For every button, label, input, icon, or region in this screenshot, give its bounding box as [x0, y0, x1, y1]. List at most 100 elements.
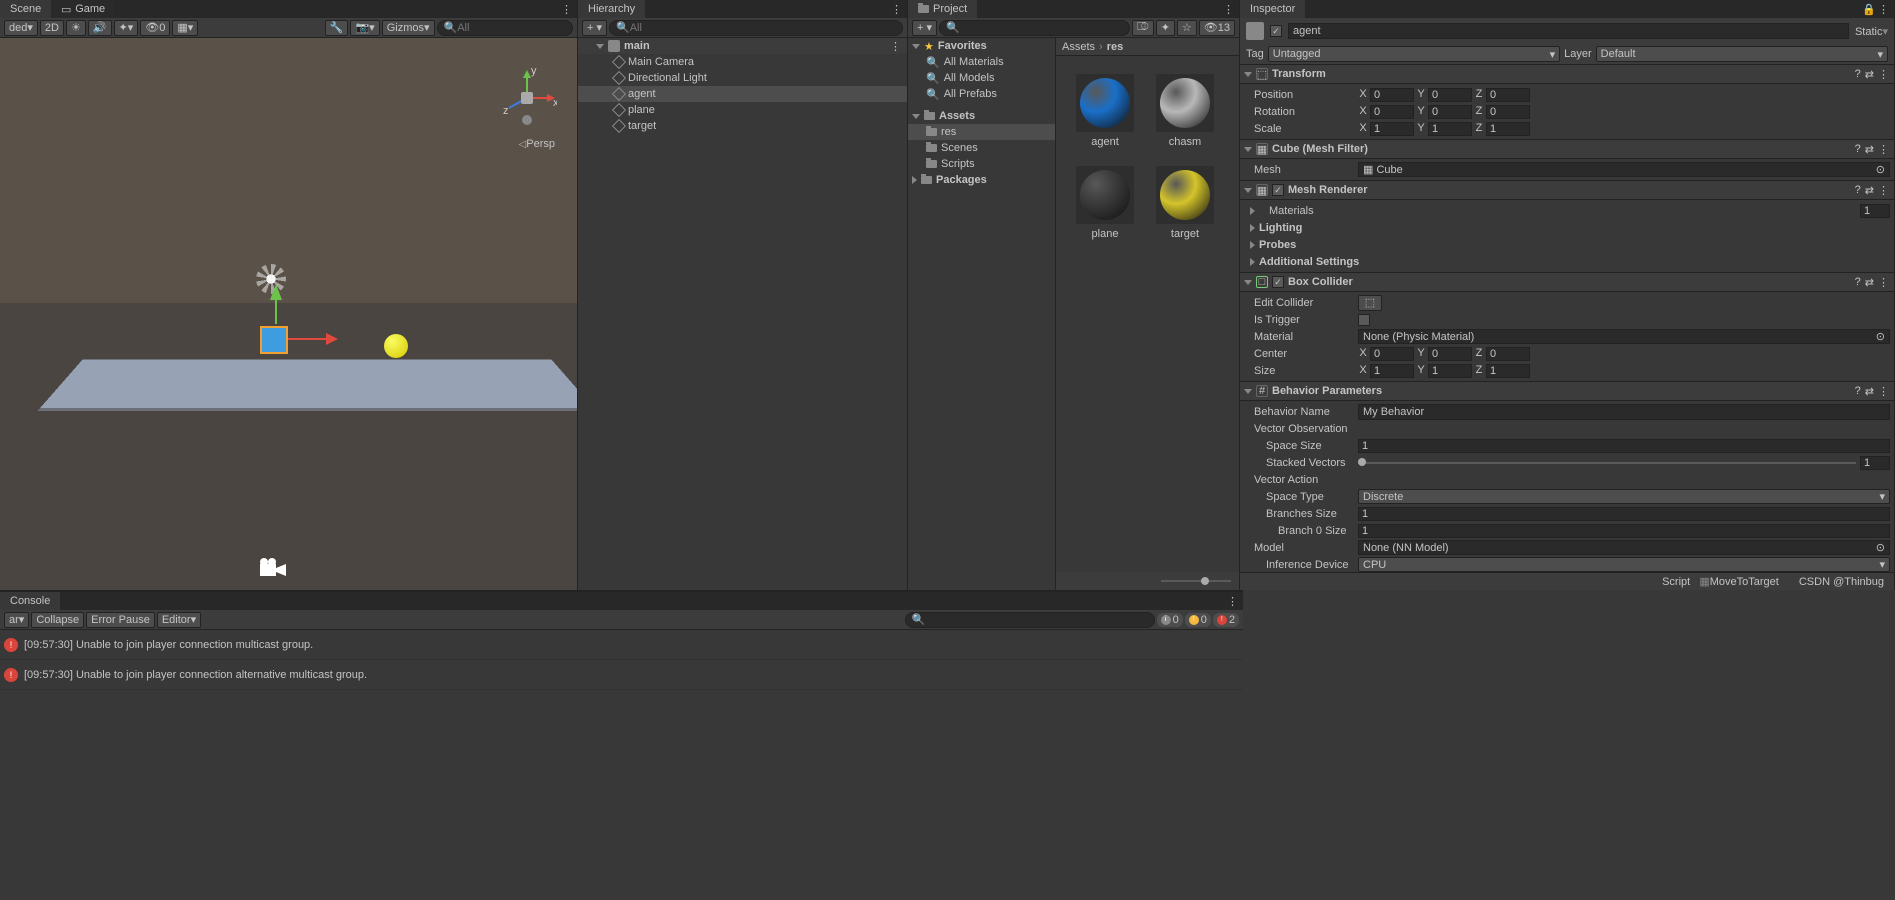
hidden-count[interactable]: 👁13 [1199, 20, 1235, 36]
tab-console[interactable]: Console [0, 592, 60, 610]
pos-y-field[interactable] [1428, 88, 1472, 102]
camera-gizmo-icon[interactable] [256, 558, 290, 582]
lock-icon[interactable]: 🔒 [1862, 3, 1876, 16]
inference-device-dropdown[interactable]: CPU▾ [1358, 557, 1890, 572]
hierarchy-item[interactable]: plane [578, 102, 907, 118]
camera-dropdown-icon[interactable]: 📷▾ [350, 20, 379, 36]
preset-icon[interactable]: ⇄ [1865, 68, 1874, 81]
space-type-dropdown[interactable]: Discrete▾ [1358, 489, 1890, 504]
fx-toggle-icon[interactable]: ✦▾ [114, 20, 139, 36]
console-search[interactable]: 🔍 [905, 612, 1155, 628]
scene-menu-icon[interactable]: ⋮ [890, 40, 901, 53]
material-asset[interactable]: agent [1074, 74, 1136, 148]
folder-item[interactable]: Scripts [908, 156, 1055, 172]
grid-size-slider[interactable] [1056, 572, 1239, 590]
material-asset[interactable]: plane [1074, 166, 1136, 240]
move-x-handle[interactable] [288, 338, 328, 340]
assets-row[interactable]: Assets [908, 108, 1055, 124]
tools-icon[interactable]: 🔧 [325, 20, 349, 36]
scene-search[interactable]: 🔍 [437, 20, 573, 36]
panel-menu-icon[interactable]: ⋮ [561, 3, 573, 16]
favorites-row[interactable]: ★Favorites [908, 38, 1055, 54]
filter-label-icon[interactable]: ✦ [1156, 20, 1175, 36]
orientation-gizmo[interactable]: y x z [497, 68, 557, 128]
warn-count-badge[interactable]: !0 [1185, 613, 1211, 627]
editor-button[interactable]: Editor ▾ [157, 612, 201, 628]
meshfilter-header[interactable]: ▦Cube (Mesh Filter)?⇄⋮ [1240, 139, 1894, 159]
tab-project[interactable]: Project [908, 0, 977, 18]
foldout-icon[interactable] [912, 176, 917, 184]
grid-toggle-icon[interactable]: ▦▾ [172, 20, 198, 36]
scl-y-field[interactable] [1428, 122, 1472, 136]
favorite-search[interactable]: 🔍All Materials [908, 54, 1055, 70]
audio-toggle-icon[interactable]: 🔊 [88, 20, 112, 36]
breadcrumb-item[interactable]: res [1107, 41, 1124, 53]
target-object[interactable] [384, 334, 408, 358]
panel-menu-icon[interactable]: ⋮ [891, 3, 903, 16]
materials-count[interactable] [1860, 204, 1890, 218]
layer-dropdown[interactable]: Default▾ [1596, 46, 1888, 62]
center-x[interactable] [1370, 347, 1414, 361]
rot-y-field[interactable] [1428, 105, 1472, 119]
plane-object[interactable] [37, 359, 577, 411]
hierarchy-item-selected[interactable]: agent [578, 86, 907, 102]
size-z[interactable] [1486, 364, 1530, 378]
boxcollider-header[interactable]: □Box Collider?⇄⋮ [1240, 272, 1894, 292]
preset-icon[interactable]: ⇄ [1865, 143, 1874, 156]
panel-menu-icon[interactable]: ⋮ [1878, 3, 1890, 16]
model-field[interactable]: None (NN Model)⊙ [1358, 540, 1890, 555]
lighting-foldout[interactable]: Lighting [1244, 219, 1890, 236]
foldout-icon[interactable] [912, 44, 920, 49]
hierarchy-item[interactable]: target [578, 118, 907, 134]
packages-row[interactable]: Packages [908, 172, 1055, 188]
foldout-icon[interactable] [912, 114, 920, 119]
gizmos-dropdown[interactable]: Gizmos ▾ [382, 20, 435, 36]
materials-foldout[interactable]: Materials [1244, 202, 1890, 219]
folder-item[interactable]: Scenes [908, 140, 1055, 156]
transform-header[interactable]: ⬚Transform?⇄⋮ [1240, 64, 1894, 84]
favorite-search[interactable]: 🔍All Models [908, 70, 1055, 86]
stacked-value[interactable] [1860, 456, 1890, 470]
material-asset[interactable]: chasm [1154, 74, 1216, 148]
filter-type-icon[interactable]: ⎄ [1132, 20, 1154, 36]
rot-x-field[interactable] [1370, 105, 1414, 119]
scl-x-field[interactable] [1370, 122, 1414, 136]
edit-collider-button[interactable]: ⬚ [1358, 295, 1382, 311]
center-y[interactable] [1428, 347, 1472, 361]
rot-z-field[interactable] [1486, 105, 1530, 119]
size-y[interactable] [1428, 364, 1472, 378]
static-dropdown[interactable]: Static▾ [1855, 25, 1888, 38]
move-y-handle[interactable] [270, 284, 282, 300]
foldout-icon[interactable] [596, 44, 604, 49]
istrigger-checkbox[interactable] [1358, 314, 1370, 326]
component-menu-icon[interactable]: ⋮ [1878, 68, 1890, 81]
size-x[interactable] [1370, 364, 1414, 378]
material-asset[interactable]: target [1154, 166, 1216, 240]
agent-object[interactable] [260, 326, 288, 354]
error-count-badge[interactable]: !2 [1213, 613, 1239, 627]
hierarchy-item[interactable]: Directional Light [578, 70, 907, 86]
favorite-search[interactable]: 🔍All Prefabs [908, 86, 1055, 102]
tag-dropdown[interactable]: Untagged▾ [1268, 46, 1560, 62]
log-entry[interactable]: ![09:57:30] Unable to join player connec… [0, 630, 1243, 660]
collider-enabled-checkbox[interactable] [1272, 276, 1284, 288]
create-dropdown[interactable]: + ▾ [582, 20, 607, 36]
behavior-header[interactable]: #Behavior Parameters?⇄⋮ [1240, 381, 1894, 401]
scene-viewport[interactable]: y x z ◁Persp [0, 38, 577, 590]
branch0-field[interactable] [1358, 524, 1890, 538]
console-search-input[interactable] [925, 614, 1147, 626]
space-size-field[interactable] [1358, 439, 1890, 453]
help-icon[interactable]: ? [1855, 143, 1861, 155]
hierarchy-search-input[interactable] [630, 22, 896, 34]
probes-foldout[interactable]: Probes [1244, 236, 1890, 253]
scene-search-input[interactable] [457, 22, 566, 34]
meshrenderer-header[interactable]: ▦Mesh Renderer?⇄⋮ [1240, 180, 1894, 200]
object-picker-icon[interactable]: ⊙ [1876, 541, 1885, 554]
tab-hierarchy[interactable]: Hierarchy [578, 0, 645, 18]
foldout-icon[interactable] [1244, 72, 1252, 77]
project-search-input[interactable] [960, 22, 1123, 34]
folder-item-selected[interactable]: res [908, 124, 1055, 140]
settings-foldout[interactable]: Additional Settings [1244, 253, 1890, 270]
gameobject-name-field[interactable] [1288, 23, 1849, 39]
hierarchy-item[interactable]: Main Camera [578, 54, 907, 70]
